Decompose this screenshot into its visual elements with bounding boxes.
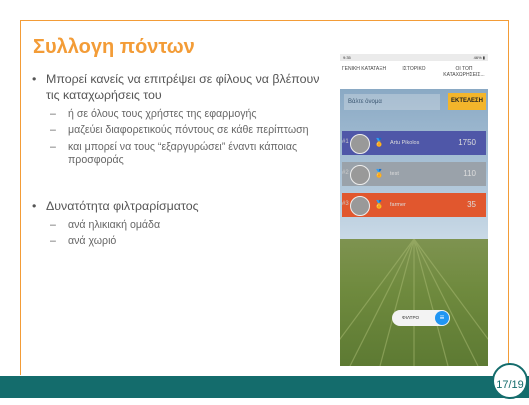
ranking-row[interactable]: #1 🏅 Artu Pikolos 1750 <box>342 131 486 155</box>
dash: – <box>50 140 56 153</box>
sub-bullet: – ή σε όλους τους χρήστες της εφαρμογής <box>32 108 332 122</box>
search-input[interactable]: Βάλτε όνομα <box>344 94 440 110</box>
user-points: 35 <box>467 200 476 209</box>
background-field <box>340 239 488 366</box>
sub-bullet: – και μπορεί να τους “εξαργυρώσει” έναντι… <box>32 141 332 168</box>
slide: Συλλογη πόντων • Μπορεί κανείς να επιτρέψ… <box>0 0 529 399</box>
user-points: 110 <box>463 169 476 178</box>
app-screenshot: 9:35 46% ▮ ΓΕΝΙΚΗ ΚΑΤΑΤΑΞΗ ΙΣΤΟΡΙΚΟ ΟΙ Τ… <box>340 54 488 366</box>
slide-frame-top <box>20 20 509 21</box>
bullet-share: • Μπορεί κανείς να επιτρέψει σε φίλους να… <box>32 72 332 104</box>
bullet-dot: • <box>32 198 37 213</box>
page-number-badge: 17/19 <box>492 363 528 399</box>
rank-number: #3 <box>342 201 349 207</box>
bronze-medal-icon: 🏅 <box>374 200 384 209</box>
ranking-row[interactable]: #3 🏅 farmer 35 <box>342 193 486 217</box>
bullet-text: Μπορεί κανείς να επιτρέψει σε φίλους να … <box>46 72 320 102</box>
gold-medal-icon: 🏅 <box>374 138 384 147</box>
bullet-dot: • <box>32 72 37 86</box>
slide-content: • Μπορεί κανείς να επιτρέψει σε φίλους να… <box>32 72 332 252</box>
filter-icon[interactable]: ≡ <box>435 311 449 325</box>
ranking-row[interactable]: #2 🏅 test 110 <box>342 162 486 186</box>
sub-bullet: – μαζεύει διαφορετικούς πόντους σε κάθε π… <box>32 124 332 138</box>
user-name: test <box>390 171 399 177</box>
status-indicators: 46% ▮ <box>473 55 485 60</box>
run-button[interactable]: ΕΚΤΕΛΕΣΗ <box>448 93 486 110</box>
bullet-text: Δυνατότητα φιλτραρίσματος <box>46 198 199 213</box>
tab-history[interactable]: ΙΣΤΟΡΙΚΟ <box>390 66 438 73</box>
user-name: Artu Pikolos <box>390 140 420 146</box>
tab-bar: ΓΕΝΙΚΗ ΚΑΤΑΤΑΞΗ ΙΣΤΟΡΙΚΟ ΟΙ ΤΟΠ ΚΑΤΑΧΩΡΗ… <box>340 61 488 89</box>
dash: – <box>50 218 56 231</box>
sub-bullet: – ανά ηλικιακή ομάδα <box>32 219 332 233</box>
rank-number: #2 <box>342 170 349 176</box>
rank-number: #1 <box>342 139 349 145</box>
bullet-filter: • Δυνατότητα φιλτραρίσματος <box>32 199 332 215</box>
field-rows-graphic <box>340 239 488 366</box>
sub-bullet-text: ανά ηλικιακή ομάδα <box>68 218 161 231</box>
footer-bar <box>0 376 529 398</box>
dash: – <box>50 124 56 137</box>
avatar <box>350 134 370 154</box>
status-time: 9:35 <box>343 55 351 60</box>
slide-frame-left <box>20 20 21 375</box>
sub-bullet-text: και μπορεί να τους “εξαργυρώσει” έναντι … <box>68 140 298 167</box>
filter-label: ΦΙΛΤΡΟ <box>402 315 420 320</box>
slide-frame-right <box>508 20 509 375</box>
user-points: 1750 <box>458 138 476 147</box>
tab-general-ranking[interactable]: ΓΕΝΙΚΗ ΚΑΤΑΤΑΞΗ <box>340 66 388 73</box>
slide-title: Συλλογη πόντων <box>33 36 195 58</box>
user-name: farmer <box>390 202 406 208</box>
sub-bullet: – ανά χωριό <box>32 235 332 249</box>
avatar <box>350 196 370 216</box>
silver-medal-icon: 🏅 <box>374 169 384 178</box>
dash: – <box>50 107 56 120</box>
sub-bullet-text: ανά χωριό <box>68 235 117 248</box>
sub-bullet-text: ή σε όλους τους χρήστες της εφαρμογής <box>68 107 257 120</box>
tab-top-entries[interactable]: ΟΙ ΤΟΠ ΚΑΤΑΧΩΡΗΣΕΙΣ... <box>440 66 488 79</box>
dash: – <box>50 235 56 248</box>
avatar <box>350 165 370 185</box>
filter-toggle[interactable]: ΦΙΛΤΡΟ ≡ <box>392 310 450 326</box>
status-bar: 9:35 46% ▮ <box>340 54 488 61</box>
sub-bullet-text: μαζεύει διαφορετικούς πόντους σε κάθε πε… <box>68 124 309 137</box>
